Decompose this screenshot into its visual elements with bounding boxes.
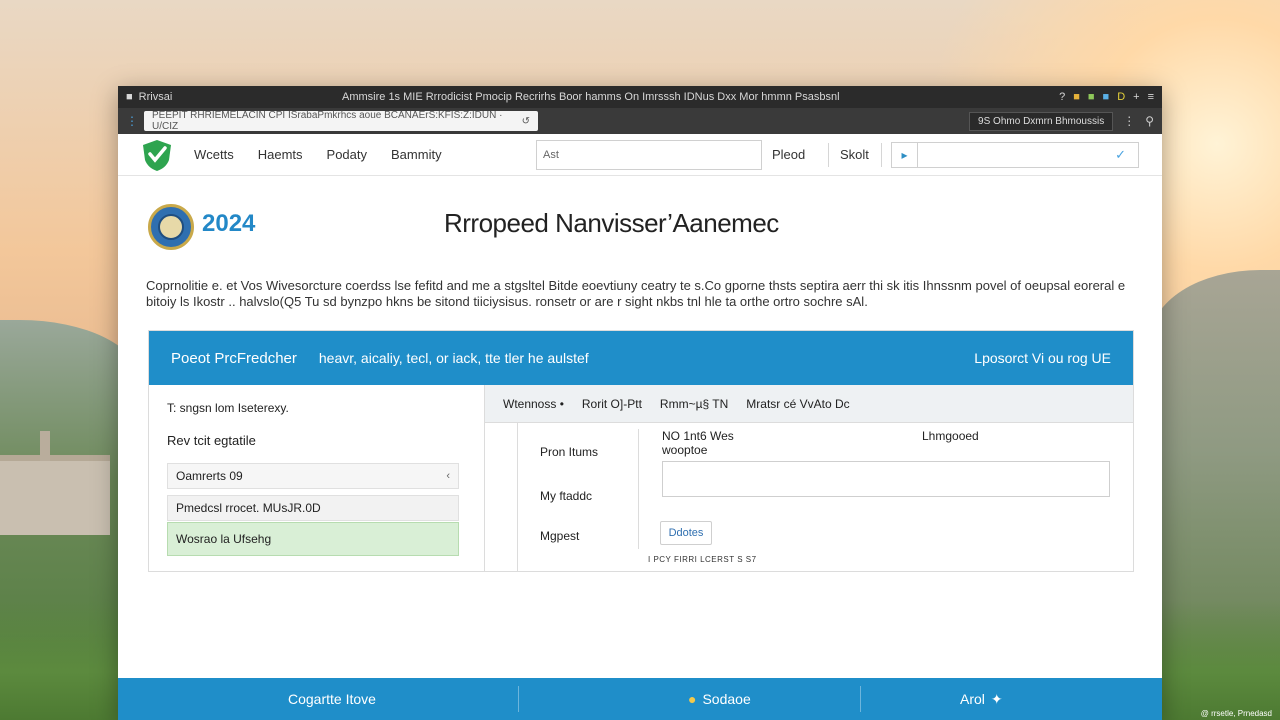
find-button[interactable]: Pleod — [772, 147, 805, 162]
browser-titlebar: ■ Rrivsai Ammsire 1s MIE Rrrodicist Pmoc… — [118, 86, 1162, 108]
edit-icon[interactable]: ✓ — [1115, 147, 1126, 163]
search-placeholder: Ast — [543, 148, 559, 161]
address-bar-row: ⋮ PEEPIT RHRIEMELACIN CPI ISrabaPmkrhcs … — [118, 108, 1162, 134]
add-icon[interactable]: + — [1133, 91, 1139, 103]
product-field[interactable]: Pmedcsl rrocet. MUsJR.0D — [167, 495, 459, 521]
extension-icon[interactable]: ■ — [1073, 91, 1080, 103]
footer-divider — [518, 686, 519, 712]
chevron-down-icon: ‹ — [446, 470, 450, 482]
form-divider — [638, 429, 639, 549]
field-title: NO 1nt6 Wes wooptoe — [662, 429, 734, 457]
background-building — [0, 431, 110, 535]
shell-link[interactable]: Skolt — [840, 147, 869, 162]
panel-header-link[interactable]: Lposorct Vi ou rog UE — [974, 350, 1111, 366]
badge-icon: ● — [688, 691, 697, 707]
site-info-icon[interactable]: ⋮ — [126, 114, 138, 128]
panel-subtitle: heavr, aicaliy, tecl, or iack, tte tler … — [318, 350, 589, 366]
nav-link[interactable]: Haemts — [258, 147, 303, 162]
shield-logo-icon[interactable] — [140, 138, 174, 172]
field-value: Pmedcsl rrocet. MUsJR.0D — [176, 501, 321, 515]
filter-icon: ▸ — [892, 142, 918, 167]
left-label: Rev tcit egtatile — [167, 433, 256, 448]
footer-link[interactable]: ● Sodaoe — [688, 691, 751, 707]
window-title: Ammsire 1s MIE Rrrodicist Pmocip Recrirh… — [342, 91, 840, 103]
category-select[interactable]: Oamrerts 09 ‹ — [167, 463, 459, 489]
year-label: 2024 — [202, 210, 256, 237]
field-title-sub: wooptoe — [662, 443, 708, 457]
tab[interactable]: Mratsr cé VvAto Dc — [746, 397, 849, 411]
page-title: Rrropeed Nanvisser’Aanemec — [444, 208, 779, 238]
watermark: @ rrsetle, Prnedasd — [1200, 709, 1272, 718]
status-option[interactable]: Wosrao la Ufsehg — [167, 522, 459, 556]
form-label: My ftaddc — [540, 489, 593, 503]
footer-divider — [860, 686, 861, 712]
form-label: Mgpest — [540, 529, 580, 543]
form-label: Pron Itums — [540, 445, 599, 459]
right-column: Wtennoss • Rorit O]-Ptt Rmm~µ§ TN Mratsr… — [485, 385, 1133, 571]
footer-link-label: Arol — [960, 691, 985, 707]
download-icon[interactable]: D — [1117, 91, 1125, 103]
account-chip[interactable]: 9S Ohmo Dxmrn Bhmoussis — [969, 111, 1114, 131]
filter-input[interactable]: ▸ ✓ — [891, 141, 1139, 168]
reload-icon[interactable]: ↺ — [522, 116, 530, 127]
browser-menu-icon[interactable]: ■ — [126, 91, 133, 103]
nav-divider — [828, 142, 829, 167]
footer-link[interactable]: Cogartte Itove — [288, 691, 376, 707]
search-input[interactable]: Ast — [536, 139, 762, 170]
footer-bar: Cogartte Itove ● Sodaoe Arol ✦ — [118, 678, 1162, 720]
left-heading: T: sngsn lom Iseterexy. — [167, 401, 289, 415]
more-icon[interactable]: ⋮ — [1123, 114, 1135, 128]
intro-text: Coprnolitie e. et Vos Wivesorcture coerd… — [146, 278, 1126, 309]
pin-icon[interactable]: ⚲ — [1145, 114, 1154, 128]
tab[interactable]: Rmm~µ§ TN — [660, 397, 728, 411]
tab[interactable]: Wtennoss • — [503, 397, 564, 411]
dates-button[interactable]: Ddotes — [660, 521, 712, 545]
field-title-main: NO 1nt6 Wes — [662, 429, 734, 443]
address-bar[interactable]: PEEPIT RHRIEMELACIN CPI ISrabaPmkrhcs ao… — [144, 110, 538, 132]
panel-title: Poeot PrcFredcher — [171, 349, 297, 367]
main-panel: Poeot PrcFredcher heavr, aicaliy, tecl, … — [148, 330, 1134, 572]
tab[interactable]: Rorit O]-Ptt — [582, 397, 642, 411]
extension-icon[interactable]: ■ — [1088, 91, 1095, 103]
nav-divider — [881, 142, 882, 167]
field-right-label: Lhmgooed — [922, 429, 979, 443]
browser-window: ■ Rrivsai Ammsire 1s MIE Rrrodicist Pmoc… — [118, 86, 1162, 720]
titlebar-icons: ? ■ ■ ■ D + ≡ — [1059, 91, 1154, 103]
star-icon: ✦ — [990, 690, 1003, 707]
site-nav: Wcetts Haemts Podaty Bammity Ast Pleod S… — [118, 134, 1162, 176]
footer-link[interactable]: Arol ✦ — [960, 691, 1003, 708]
status-option-label: Wosrao la Ufsehg — [176, 532, 272, 546]
extension-icon[interactable]: ■ — [1103, 91, 1110, 103]
nav-link[interactable]: Bammity — [391, 147, 442, 162]
nav-link[interactable]: Podaty — [327, 147, 367, 162]
detail-form: Pron Itums My ftaddc Mgpest NO 1nt6 Wes … — [517, 423, 1133, 571]
left-column: T: sngsn lom Iseterexy. Rev tcit egtatil… — [149, 385, 485, 571]
browser-tab-title[interactable]: Rrivsai — [139, 91, 173, 103]
select-value: Oamrerts 09 — [176, 469, 243, 483]
tab-bar: Wtennoss • Rorit O]-Ptt Rmm~µ§ TN Mratsr… — [485, 385, 1133, 423]
seal-logo-icon — [148, 204, 194, 250]
form-note: I PCY FIRRI LCERST S S7 — [648, 555, 757, 564]
text-input[interactable] — [662, 461, 1110, 497]
panel-header: Poeot PrcFredcher heavr, aicaliy, tecl, … — [149, 331, 1133, 385]
footer-link-label: Sodaoe — [702, 691, 751, 707]
nav-link[interactable]: Wcetts — [194, 147, 234, 162]
menu-icon[interactable]: ≡ — [1148, 91, 1154, 103]
help-icon[interactable]: ? — [1059, 91, 1065, 103]
address-text: PEEPIT RHRIEMELACIN CPI ISrabaPmkrhcs ao… — [152, 110, 503, 132]
